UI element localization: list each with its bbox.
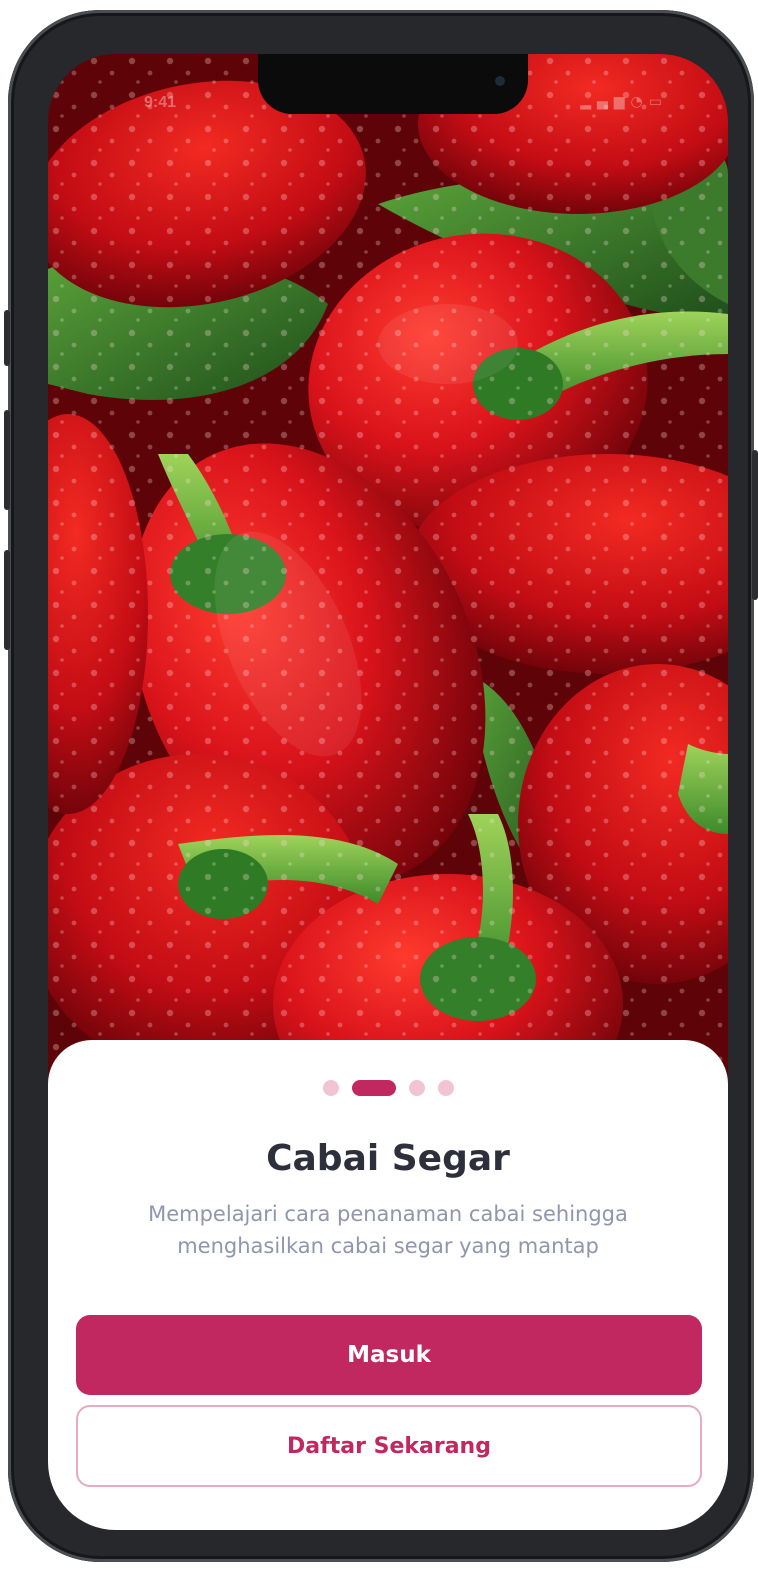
battery-icon: ▭	[648, 94, 668, 110]
dynamic-island-notch	[258, 54, 528, 114]
page-dot-3[interactable]	[408, 1080, 425, 1096]
page-indicator	[48, 1080, 728, 1096]
signal-icon: ▂▄▆	[580, 94, 631, 110]
status-icons: ▂▄▆◔▭	[580, 94, 668, 110]
front-camera	[495, 76, 505, 86]
onboarding-title: Cabai Segar	[266, 1138, 510, 1179]
onboarding-description: Mempelajari cara penanaman cabai sehingg…	[148, 1202, 628, 1258]
wifi-icon: ◔	[630, 94, 649, 110]
page-dot-1[interactable]	[322, 1080, 339, 1096]
power-button	[752, 450, 758, 600]
app-screen: 9:41 ▂▄▆◔▭ Cabai Segar Mempelajari cara …	[48, 54, 728, 1530]
volume-down-button	[4, 550, 10, 650]
hero-pepper-image	[48, 54, 728, 1094]
page-dot-4[interactable]	[437, 1080, 454, 1096]
login-button[interactable]: Masuk	[76, 1315, 702, 1395]
onboarding-sheet: Cabai Segar Mempelajari cara penanaman c…	[48, 1040, 728, 1530]
silent-switch	[4, 310, 10, 366]
register-button[interactable]: Daftar Sekarang	[76, 1405, 702, 1487]
phone-frame: 9:41 ▂▄▆◔▭ Cabai Segar Mempelajari cara …	[4, 10, 758, 1562]
status-time: 9:41	[144, 94, 177, 111]
page-dot-2-active[interactable]	[351, 1080, 396, 1096]
volume-up-button	[4, 410, 10, 510]
